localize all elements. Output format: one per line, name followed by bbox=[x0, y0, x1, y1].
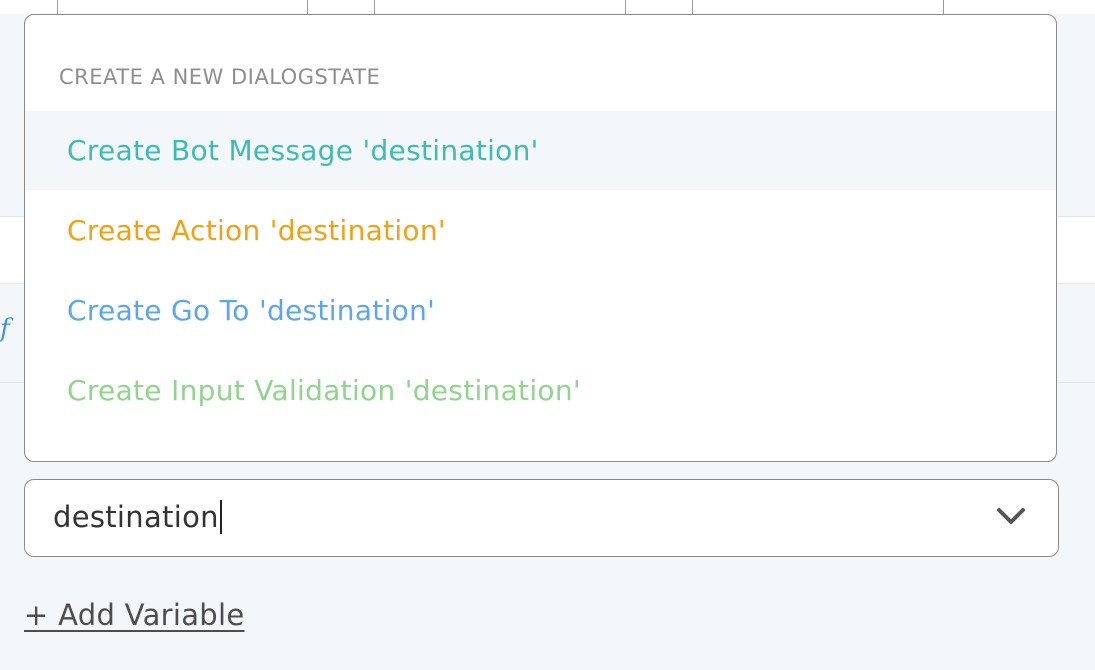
dialogstate-search-input[interactable]: destination bbox=[53, 480, 222, 555]
dialogstate-search-value[interactable]: destination bbox=[53, 500, 219, 534]
table-cell-divider bbox=[307, 0, 308, 14]
background-table-header bbox=[0, 0, 1095, 14]
add-variable-link[interactable]: + Add Variable bbox=[24, 598, 245, 632]
table-cell-divider bbox=[692, 0, 693, 14]
dropdown-header: CREATE A NEW DIALOGSTATE bbox=[59, 65, 381, 89]
page: ƒ CREATE A NEW DIALOGSTATE Create Bot Me… bbox=[0, 0, 1095, 670]
create-action-option[interactable]: Create Action 'destination' bbox=[25, 191, 1056, 270]
create-bot-message-option[interactable]: Create Bot Message 'destination' bbox=[25, 111, 1056, 190]
dialogstate-select[interactable]: destination bbox=[24, 479, 1059, 557]
table-cell-divider bbox=[943, 0, 944, 14]
chevron-down-icon[interactable] bbox=[996, 506, 1026, 526]
function-icon[interactable]: ƒ bbox=[0, 316, 10, 342]
create-go-to-option[interactable]: Create Go To 'destination' bbox=[25, 271, 1056, 350]
table-cell-divider bbox=[625, 0, 626, 14]
table-cell-divider bbox=[374, 0, 375, 14]
create-dialogstate-dropdown: CREATE A NEW DIALOGSTATE Create Bot Mess… bbox=[24, 14, 1057, 462]
table-cell-divider bbox=[57, 0, 58, 14]
create-input-validation-option[interactable]: Create Input Validation 'destination' bbox=[25, 351, 1056, 430]
text-cursor bbox=[219, 500, 222, 534]
